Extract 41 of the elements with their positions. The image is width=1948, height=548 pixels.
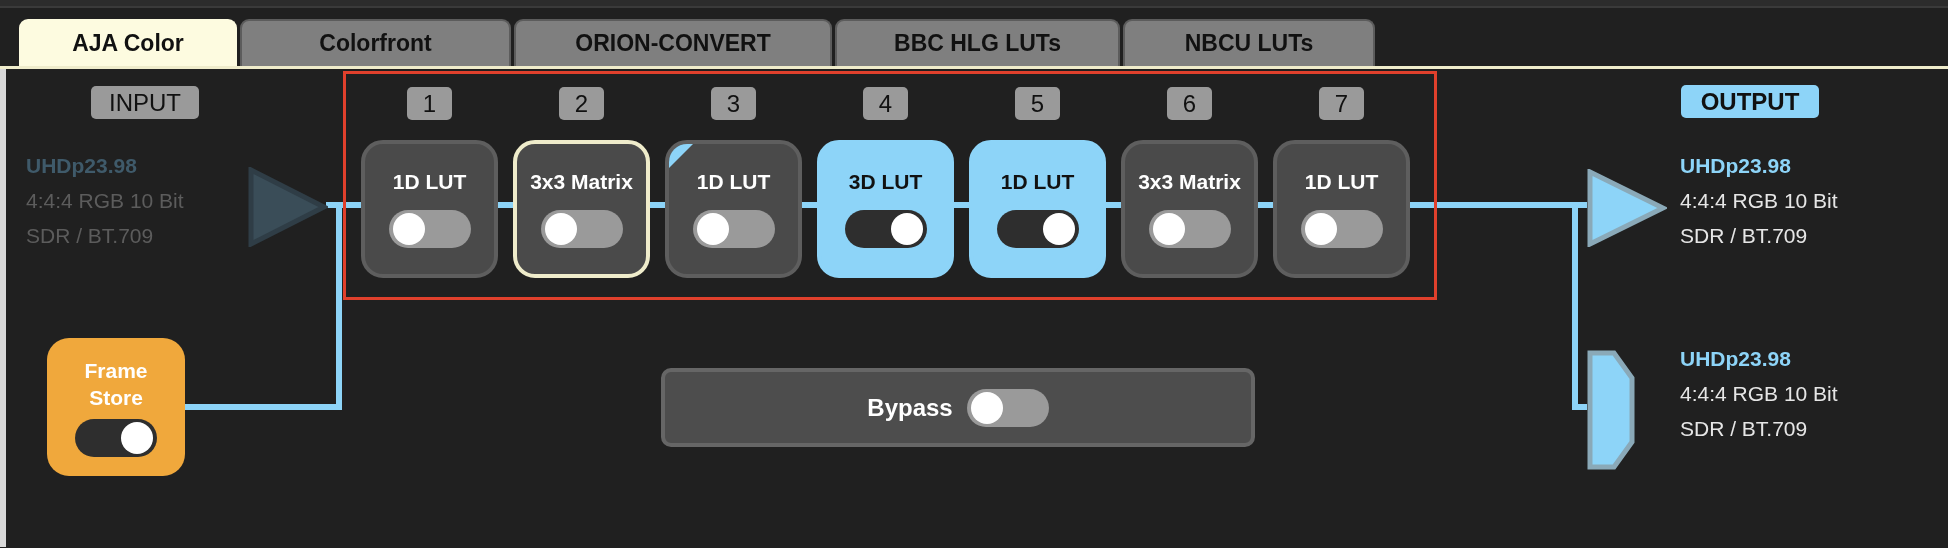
sampling-label: 4:4:4 RGB 10 Bit	[1680, 188, 1838, 214]
lut-block[interactable]: 3x3 Matrix	[513, 140, 650, 278]
toggle-switch[interactable]	[75, 419, 157, 457]
format-label: UHDp23.98	[1680, 153, 1792, 179]
sampling-label: 4:4:4 RGB 10 Bit	[1680, 381, 1838, 407]
sampling-label: 4:4:4 RGB 10 Bit	[26, 188, 184, 214]
toggle-switch[interactable]	[844, 210, 927, 248]
toggle-switch[interactable]	[540, 210, 623, 248]
lut-block[interactable]: 1D LUT	[361, 140, 498, 278]
tab[interactable]: Colorfront	[240, 19, 511, 66]
slot-number: 7	[1319, 87, 1364, 120]
toggle-switch[interactable]	[996, 210, 1079, 248]
tab[interactable]: AJA Color	[19, 19, 237, 66]
input-label: INPUT	[91, 86, 199, 119]
tab[interactable]: ORION-CONVERT	[514, 19, 832, 66]
tab[interactable]: BBC HLG LUTs	[835, 19, 1120, 66]
tab[interactable]: NBCU LUTs	[1123, 19, 1375, 66]
color-space-label: SDR / BT.709	[26, 223, 155, 249]
toggle-switch[interactable]	[1148, 210, 1231, 248]
slot-number: 6	[1167, 87, 1212, 120]
slot-number: 4	[863, 87, 908, 120]
slot-number: 3	[711, 87, 756, 120]
format-label: UHDp23.98	[26, 153, 138, 179]
lut-block[interactable]: 3D LUT	[817, 140, 954, 278]
lut-block[interactable]: 1D LUT	[969, 140, 1106, 278]
format-label: UHDp23.98	[1680, 346, 1792, 372]
output-label: OUTPUT	[1681, 85, 1819, 118]
lut-block[interactable]: 3x3 Matrix	[1121, 140, 1258, 278]
bypass-panel: Bypass	[661, 368, 1255, 447]
frame-store-panel: Frame Store	[47, 338, 185, 476]
toggle-switch[interactable]	[388, 210, 471, 248]
slot-number: 5	[1015, 87, 1060, 120]
toggle-switch[interactable]	[1300, 210, 1383, 248]
slot-number: 1	[407, 87, 452, 120]
color-space-label: SDR / BT.709	[1680, 223, 1809, 249]
slot-number: 2	[559, 87, 604, 120]
toggle-switch[interactable]	[692, 210, 775, 248]
lut-block[interactable]: 1D LUT	[665, 140, 802, 278]
color-space-label: SDR / BT.709	[1680, 416, 1809, 442]
toggle-switch[interactable]	[966, 388, 1049, 427]
lut-block[interactable]: 1D LUT	[1273, 140, 1410, 278]
